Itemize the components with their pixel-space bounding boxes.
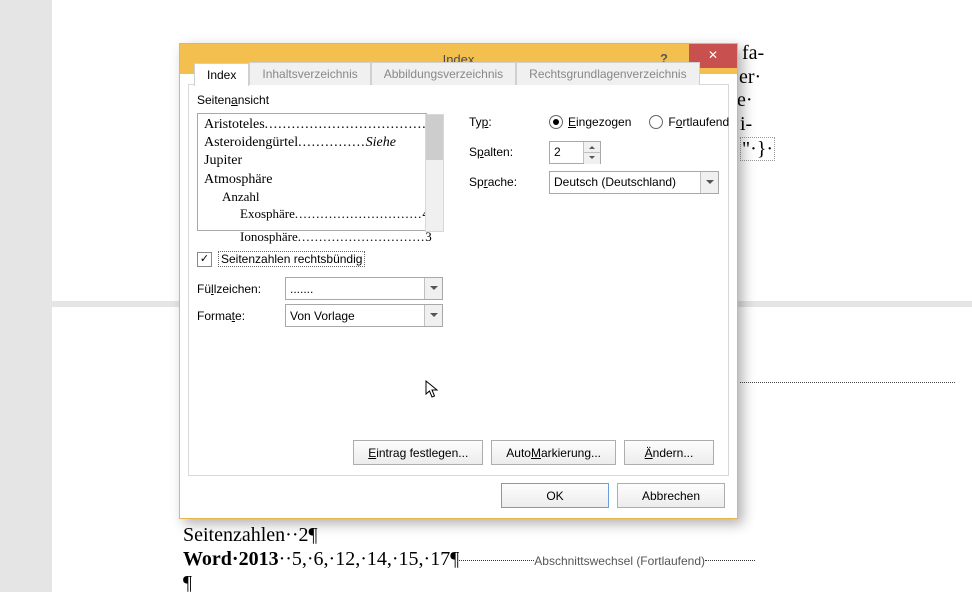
doc-fragment: "·}· — [740, 138, 775, 161]
doc-fragment: er· — [739, 66, 761, 89]
tab-legal[interactable]: Rechtsgrundlagenverzeichnis — [516, 62, 699, 85]
preview-box: Aristoteles.............................… — [197, 113, 427, 231]
tab-figures[interactable]: Abbildungsverzeichnis — [371, 62, 516, 85]
chevron-down-icon[interactable] — [424, 278, 442, 299]
fill-label: Füllzeichen: — [197, 282, 285, 296]
doc-fragment: e· — [737, 89, 753, 112]
format-label: Formate: — [197, 309, 285, 323]
format-combo[interactable]: Von Vorlage — [285, 304, 443, 327]
spinner-up[interactable] — [584, 142, 600, 154]
index-dialog: Index ? ✕ Index Inhaltsverzeichnis Abbil… — [179, 43, 738, 519]
doc-line: Seitenzahlen··2¶ — [183, 524, 318, 547]
ok-button[interactable]: OK — [501, 483, 609, 508]
type-label: Typ: — [469, 115, 549, 129]
radio-runon-label: Fortlaufend — [668, 115, 729, 129]
fill-combo[interactable]: ....... — [285, 277, 443, 300]
automark-button[interactable]: AutoMarkierung... — [491, 440, 616, 465]
doc-rule — [740, 382, 955, 383]
radio-indented-label: Eingezogen — [568, 115, 631, 129]
cols-label: Spalten: — [469, 145, 549, 159]
radio-runon[interactable] — [649, 115, 663, 129]
tab-index[interactable]: Index — [194, 63, 249, 86]
doc-fragment: fa- — [742, 42, 764, 65]
cancel-button[interactable]: Abbrechen — [617, 483, 725, 508]
doc-fragment: i- — [740, 113, 752, 136]
right-align-label: Seitenzahlen rechtsbündig — [218, 251, 365, 267]
lang-combo[interactable]: Deutsch (Deutschland) — [549, 171, 719, 194]
radio-indented[interactable] — [549, 115, 563, 129]
tab-toc[interactable]: Inhaltsverzeichnis — [249, 62, 370, 85]
spinner-down[interactable] — [584, 153, 600, 164]
lang-label: Sprache: — [469, 175, 549, 189]
doc-line: Word·2013··5,·6,·12,·14,·15,·17¶Abschnit… — [183, 548, 755, 571]
modify-button[interactable]: Ändern... — [624, 440, 714, 465]
preview-label: Seitenansicht — [197, 93, 269, 107]
chevron-down-icon[interactable] — [700, 172, 718, 193]
right-align-checkbox[interactable] — [197, 252, 212, 267]
cols-spinner[interactable]: 2 — [549, 141, 601, 164]
preview-scrollbar[interactable] — [425, 114, 444, 232]
chevron-down-icon[interactable] — [424, 305, 442, 326]
mark-entry-button[interactable]: Eintrag festlegen... — [353, 440, 483, 465]
